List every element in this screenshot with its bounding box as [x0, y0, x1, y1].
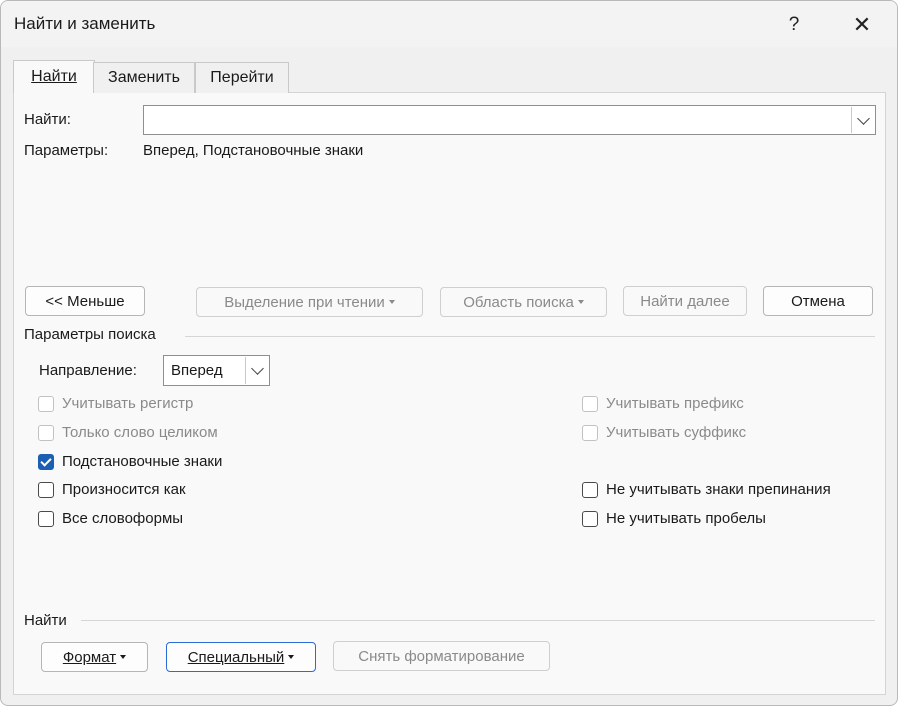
- direction-value: Вперед: [171, 362, 223, 379]
- search-options-divider: [185, 336, 875, 337]
- wildcards-checkbox[interactable]: Подстановочные знаки: [38, 453, 222, 470]
- format-button[interactable]: Формат: [41, 642, 148, 672]
- search-options-title: Параметры поиска: [24, 326, 156, 343]
- find-what-input[interactable]: [146, 108, 850, 132]
- match-prefix-checkbox[interactable]: Учитывать префикс: [582, 395, 744, 412]
- match-suffix-checkbox[interactable]: Учитывать суффикс: [582, 424, 746, 441]
- reading-highlight-label: Выделение при чтении: [224, 293, 385, 311]
- format-label: Формат: [62, 648, 117, 666]
- find-section-divider: [81, 620, 875, 621]
- direction-select[interactable]: Вперед: [163, 355, 270, 386]
- find-in-button[interactable]: Область поиска: [440, 287, 607, 317]
- tab-find[interactable]: Найти: [13, 60, 95, 93]
- checkmark-icon: [40, 454, 52, 467]
- sounds-like-checkbox[interactable]: Произносится как: [38, 481, 186, 498]
- checkbox-box: [38, 481, 54, 498]
- caret-down-icon: [577, 300, 584, 304]
- window-title: Найти и заменить: [14, 14, 156, 33]
- ignore-whitespace-label: Не учитывать пробелы: [606, 510, 766, 527]
- checkbox-box: [38, 424, 54, 441]
- chevron-down-icon: [856, 111, 870, 125]
- close-button[interactable]: ✕: [839, 9, 885, 41]
- no-formatting-button[interactable]: Снять форматирование: [333, 641, 550, 671]
- chevron-down-icon: [250, 362, 264, 375]
- find-section-title: Найти: [24, 612, 67, 629]
- cancel-button[interactable]: Отмена: [763, 286, 873, 316]
- find-next-button[interactable]: Найти далее: [623, 286, 747, 316]
- find-what-combobox[interactable]: [143, 105, 876, 135]
- match-suffix-label: Учитывать суффикс: [606, 424, 747, 441]
- find-replace-dialog: Найти и заменить ? ✕ Найти Заменить Пере…: [0, 0, 898, 706]
- find-what-dropdown-button[interactable]: [851, 107, 874, 133]
- less-button[interactable]: << Меньше: [25, 286, 145, 316]
- ignore-punctuation-label: Не учитывать знаки препинания: [606, 481, 831, 498]
- all-word-forms-label: Все словоформы: [62, 510, 184, 527]
- tab-panel-find: [13, 92, 886, 695]
- tab-replace-label: Заменить: [108, 69, 180, 86]
- checkbox-box: [38, 395, 54, 412]
- params-value: Вперед, Подстановочные знаки: [143, 142, 364, 159]
- checkbox-box: [38, 510, 54, 527]
- params-label: Параметры:: [24, 142, 109, 159]
- special-button[interactable]: Специальный: [166, 642, 316, 672]
- ignore-whitespace-checkbox[interactable]: Не учитывать пробелы: [582, 510, 766, 527]
- checkbox-box: [582, 481, 598, 498]
- reading-highlight-button[interactable]: Выделение при чтении: [196, 287, 423, 317]
- caret-down-icon: [288, 655, 295, 659]
- all-word-forms-checkbox[interactable]: Все словоформы: [38, 510, 183, 527]
- whole-word-label: Только слово целиком: [62, 424, 218, 441]
- direction-dropdown-button[interactable]: [245, 357, 268, 384]
- find-what-label: Найти:: [24, 111, 71, 128]
- whole-word-checkbox[interactable]: Только слово целиком: [38, 424, 218, 441]
- match-prefix-label: Учитывать префикс: [606, 395, 744, 412]
- wildcards-label: Подстановочные знаки: [62, 453, 223, 470]
- tab-find-label: Найти: [31, 68, 77, 85]
- tab-goto-label: Перейти: [210, 69, 274, 86]
- tab-goto[interactable]: Перейти: [195, 62, 289, 93]
- ignore-punctuation-checkbox[interactable]: Не учитывать знаки препинания: [582, 481, 831, 498]
- tab-replace[interactable]: Заменить: [93, 62, 195, 93]
- find-in-label: Область поиска: [463, 293, 574, 311]
- help-button[interactable]: ?: [771, 9, 817, 41]
- checkbox-box: [582, 395, 598, 412]
- match-case-checkbox[interactable]: Учитывать регистр: [38, 395, 193, 412]
- caret-down-icon: [388, 300, 395, 304]
- match-case-label: Учитывать регистр: [62, 395, 194, 412]
- caret-down-icon: [120, 655, 127, 659]
- checkbox-box: [582, 510, 598, 527]
- title-bar: Найти и заменить ? ✕: [1, 1, 897, 47]
- sounds-like-label: Произносится как: [62, 481, 186, 498]
- checkbox-box: [582, 424, 598, 441]
- special-label: Специальный: [187, 648, 285, 666]
- direction-label: Направление:: [39, 362, 137, 379]
- checkbox-box: [38, 453, 54, 470]
